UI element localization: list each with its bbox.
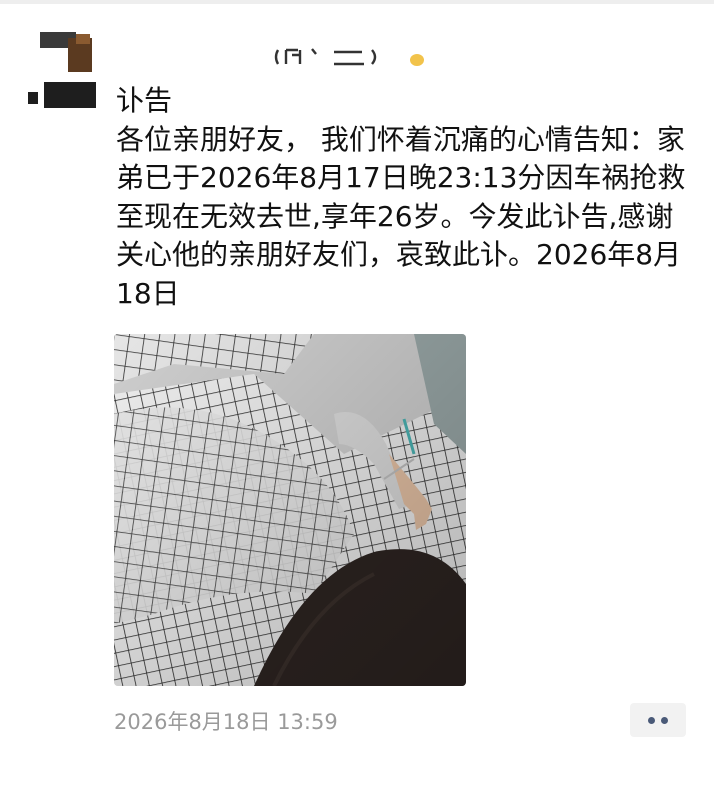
avatar[interactable] bbox=[22, 28, 102, 108]
more-dots-icon bbox=[661, 716, 668, 724]
more-dots-icon bbox=[648, 716, 655, 724]
nickname-obscured[interactable] bbox=[272, 46, 382, 68]
avatar-shape bbox=[44, 82, 96, 108]
post-text: 讣告 各位亲朋好友， 我们怀着沉痛的心情告知：家弟已于2026年8月17日晚23… bbox=[116, 84, 686, 310]
emoji-icon bbox=[410, 54, 424, 66]
post-photo[interactable] bbox=[114, 334, 466, 686]
post-timestamp: 2026年8月18日 13:59 bbox=[114, 710, 338, 734]
top-divider bbox=[0, 0, 714, 4]
avatar-shape bbox=[76, 34, 90, 44]
hospital-bed-photo bbox=[114, 334, 466, 686]
avatar-shape bbox=[28, 92, 38, 104]
more-options-button[interactable] bbox=[630, 703, 686, 737]
